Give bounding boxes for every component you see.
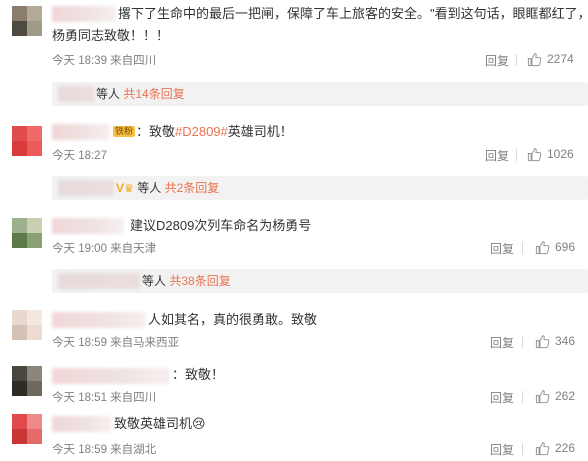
avatar[interactable] [12,6,42,36]
thumbs-up-icon [535,240,550,254]
reply-summary: 等人 共38条回复 [142,274,231,288]
like-button[interactable]: 2274 [527,51,574,67]
hashtag-link[interactable]: #D2809# [175,124,228,139]
reply-summary: V♛ 等人 共2条回复 [116,181,220,195]
thumbs-up-icon [535,334,550,348]
reply-users-blurred [58,273,140,289]
thumbs-up-icon [535,441,550,455]
comment-text: 致敬英雄司机😢 [114,414,206,434]
username-blurred[interactable] [52,416,112,432]
like-button[interactable]: 1026 [527,146,574,162]
thumbs-up-icon [527,147,542,161]
comment-time: 今天 18:59 来自湖北 [52,444,157,456]
comment-time: 今天 18:27 [52,150,107,162]
reply-button[interactable]: 回复 [490,334,514,351]
like-button[interactable]: 226 [535,440,575,456]
reply-summary: 等人 共14条回复 [96,87,185,101]
comment-time: 今天 18:39 来自四川 [52,55,157,67]
view-replies-link[interactable]: 共2条回复 [165,181,220,195]
comment-3: 建议D2809次列车命名为杨勇号 今天 19:00 来自天津 回复 696 等人… [0,212,588,302]
thumbs-up-icon [527,52,542,66]
reply-button[interactable]: 回复 [490,441,514,458]
comment-6: 致敬英雄司机😢 今天 18:59 来自湖北 回复 226 [0,410,588,461]
avatar[interactable] [12,310,42,340]
view-replies-link[interactable]: 共38条回复 [169,274,230,288]
like-count: 262 [555,389,576,403]
reply-button[interactable]: 回复 [485,147,509,164]
reply-button[interactable]: 回复 [490,389,514,406]
like-count: 2274 [547,52,574,66]
comment-text: ：致敬！ [172,367,225,382]
reply-button[interactable]: 回复 [485,52,509,69]
username-blurred[interactable] [52,6,116,22]
divider [522,443,523,455]
like-count: 226 [555,441,576,455]
like-button[interactable]: 696 [535,239,575,255]
comment-text: 建议D2809次列车命名为杨勇号 [130,218,312,233]
crown-icon: ♛ [124,183,134,195]
view-replies-link[interactable]: 共14条回复 [123,87,184,101]
avatar[interactable] [12,366,42,396]
thumbs-up-icon [535,389,550,403]
like-button[interactable]: 346 [535,333,575,349]
crying-emoji-icon: 😢 [192,416,206,431]
divider [522,336,523,348]
avatar[interactable] [12,126,42,156]
fan-badge: 铁粉 [113,126,136,137]
reply-preview[interactable]: 等人 共38条回复 [52,269,588,293]
username-blurred[interactable] [52,368,170,384]
avatar[interactable] [12,414,42,444]
reply-users-blurred [58,86,94,102]
like-count: 346 [555,334,576,348]
divider [516,149,517,161]
like-count: 1026 [547,147,574,161]
username-blurred[interactable] [52,218,124,234]
avatar[interactable] [12,218,42,248]
reply-users-blurred [58,180,114,196]
reply-button[interactable]: 回复 [490,240,514,257]
comment-1: 撂下了生命中的最后一把闸，保障了车上旅客的安全。"看到这句话，眼眶都红了，像 杨… [0,0,588,106]
comment-text: 人如其名，真的很勇敢。致敬 [148,312,318,327]
comment-text: ：致敬#D2809#英雄司机！ [136,124,293,139]
like-count: 696 [555,240,576,254]
comment-text: 撂下了生命中的最后一把闸，保障了车上旅客的安全。"看到这句话，眼眶都红了，像 [118,6,588,21]
comment-time: 今天 19:00 来自天津 [52,243,157,255]
like-button[interactable]: 262 [535,388,575,404]
divider [522,391,523,403]
username-blurred[interactable] [52,312,146,328]
comment-time: 今天 18:59 来自马来西亚 [52,337,180,349]
comment-text-line2: 杨勇同志致敬！！！ [52,28,170,43]
verified-v-icon: V [116,181,125,195]
comment-time: 今天 18:51 来自四川 [52,392,157,404]
reply-preview[interactable]: 等人 共14条回复 [52,82,588,106]
username-blurred[interactable] [52,124,110,140]
divider [516,54,517,66]
comment-5: ：致敬！ 今天 18:51 来自四川 回复 262 [0,362,588,408]
reply-preview[interactable]: V♛ 等人 共2条回复 [52,176,588,200]
divider [522,242,523,254]
comment-2: 铁粉 ：致敬#D2809#英雄司机！ 今天 18:27 回复 1026 V♛ 等… [0,118,588,208]
comment-4: 人如其名，真的很勇敢。致敬 今天 18:59 来自马来西亚 回复 346 [0,306,588,356]
